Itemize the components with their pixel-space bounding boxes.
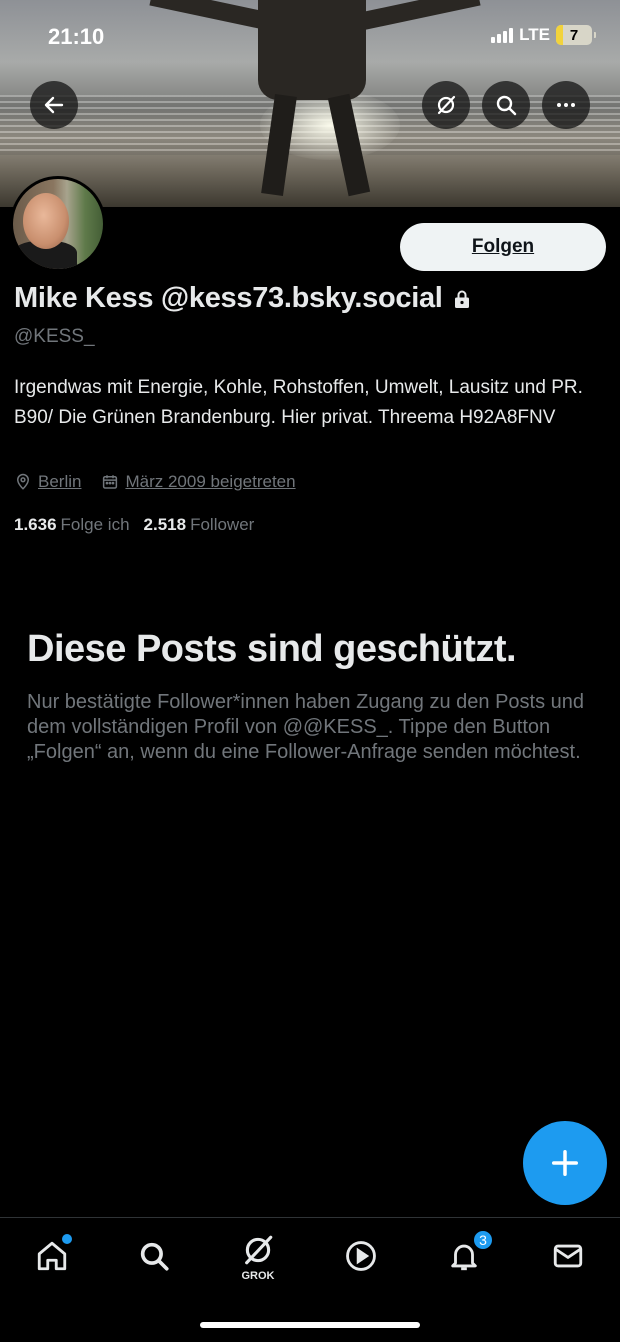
join-date-link[interactable]: März 2009 beigetreten [125, 472, 295, 492]
more-options-button[interactable] [542, 81, 590, 129]
signal-icon [491, 27, 514, 43]
location: Berlin [14, 472, 81, 492]
play-circle-icon [346, 1241, 376, 1271]
banner-figure-coat [258, 0, 366, 100]
nav-home[interactable] [28, 1234, 76, 1278]
grok-label: GROK [241, 1270, 275, 1282]
protected-description: Nur bestätigte Follower*innen haben Zuga… [27, 691, 585, 763]
arrow-left-icon [44, 96, 64, 114]
nav-grok[interactable] [234, 1228, 282, 1272]
battery-level: 7 [569, 26, 579, 44]
search-icon [140, 1242, 169, 1271]
followers-count: 2.518 [143, 515, 187, 534]
follow-button[interactable]: Folgen [400, 223, 606, 271]
banner-figure-arm [359, 0, 481, 31]
lock-icon [453, 289, 471, 309]
compose-post-button[interactable] [523, 1121, 607, 1205]
follow-counts: 1.636 Folge ich 2.518 Follower [14, 515, 254, 535]
grok-icon [437, 95, 456, 115]
following-count-link[interactable]: 1.636 Folge ich [14, 515, 130, 535]
plus-icon [552, 1150, 578, 1176]
status-time: 21:10 [48, 24, 105, 49]
status-indicators: LTE 7 [491, 25, 596, 45]
grok-button[interactable] [422, 81, 470, 129]
grok-icon [245, 1235, 273, 1265]
nav-notifications[interactable]: 3 [440, 1229, 494, 1278]
network-type: LTE [519, 25, 550, 44]
avatar-photo [13, 179, 103, 269]
battery-icon: 7 [556, 25, 596, 45]
avatar[interactable] [10, 176, 106, 272]
avatar-face [23, 193, 69, 249]
more-horizontal-icon [557, 103, 575, 107]
following-count: 1.636 [14, 515, 57, 534]
home-unread-dot [62, 1234, 72, 1244]
profile-name-row: Mike Kess @kess73.bsky.social [14, 282, 471, 315]
location-pin-icon [16, 473, 30, 490]
notifications-badge: 3 [472, 1229, 494, 1251]
nav-videos[interactable] [337, 1234, 385, 1278]
location-link[interactable]: Berlin [38, 472, 81, 492]
nav-messages[interactable] [544, 1234, 592, 1278]
calendar-icon [103, 475, 118, 489]
join-date: März 2009 beigetreten [101, 472, 296, 492]
search-icon [496, 95, 517, 116]
profile-handle: @KESS_ [14, 326, 95, 347]
mail-icon [553, 1244, 583, 1268]
display-name: Mike Kess @kess73.bsky.social [14, 282, 443, 314]
nav-search[interactable] [130, 1234, 178, 1278]
profile-bio: Irgendwas mit Energie, Kohle, Rohstoffen… [14, 377, 583, 428]
followers-count-link[interactable]: 2.518 Follower [144, 515, 255, 535]
banner-figure-arm [149, 0, 271, 31]
protected-title: Diese Posts sind geschützt. [27, 628, 517, 670]
home-indicator [200, 1322, 420, 1328]
back-button[interactable] [30, 81, 78, 129]
followers-label: Follower [190, 515, 255, 534]
following-label: Folge ich [60, 515, 130, 534]
profile-meta: Berlin März 2009 beigetreten [14, 472, 296, 492]
search-button[interactable] [482, 81, 530, 129]
home-icon [37, 1241, 67, 1271]
